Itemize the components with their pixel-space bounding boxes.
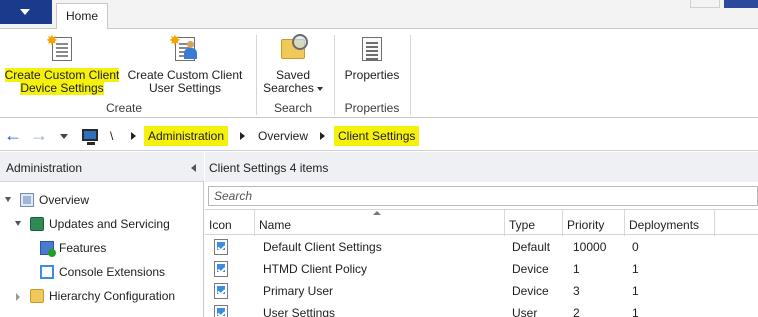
button-label-line2: Device Settings <box>20 81 104 95</box>
new-user-settings-icon: ✸ <box>169 33 201 63</box>
window-restore-button[interactable] <box>690 0 720 8</box>
create-custom-client-user-settings-button[interactable]: ✸ Create Custom Client User Settings <box>126 29 244 95</box>
updates-icon <box>30 217 44 231</box>
features-icon <box>40 241 56 257</box>
column-header-deployments[interactable]: Deployments <box>625 210 715 236</box>
group-label-search: Search <box>273 101 313 115</box>
cell-name: Primary User <box>263 284 334 298</box>
ribbon: ✸ Create Custom Client Device Settings ✸… <box>0 28 758 118</box>
group-label-create: Create <box>105 101 143 115</box>
tree-item-label: Console Extensions <box>59 265 166 279</box>
history-dropdown-icon[interactable] <box>60 134 68 139</box>
navigation-pane-title: Administration <box>6 161 83 175</box>
cell-priority: 3 <box>573 284 580 298</box>
breadcrumb-client-settings[interactable]: Client Settings <box>334 126 420 146</box>
column-header-priority[interactable]: Priority <box>563 210 625 236</box>
cell-name: HTMD Client Policy <box>263 262 368 276</box>
back-arrow-icon[interactable]: ← <box>4 126 24 145</box>
navigation-pane: Administration Overview Updates and Serv… <box>0 152 204 317</box>
group-separator <box>334 35 335 115</box>
button-label-line2: Searches <box>263 81 314 95</box>
collapse-pane-icon[interactable] <box>191 164 196 172</box>
breadcrumb-overview[interactable]: Overview <box>254 126 312 146</box>
tree-item-features[interactable]: Features <box>0 237 204 259</box>
cell-type: Default <box>512 240 551 254</box>
saved-searches-button[interactable]: Saved Searches <box>262 29 324 95</box>
computer-icon <box>82 129 98 145</box>
tree-item-label: Hierarchy Configuration <box>49 289 176 303</box>
client-settings-icon <box>214 305 228 317</box>
tree-expand-icon[interactable] <box>5 197 11 202</box>
breadcrumb-administration[interactable]: Administration <box>144 126 229 146</box>
cell-deployments: 1 <box>632 284 639 298</box>
chevron-down-icon <box>20 9 30 15</box>
properties-button[interactable]: Properties <box>340 29 404 82</box>
column-header-type[interactable]: Type <box>505 210 563 236</box>
breadcrumb-arrow-icon[interactable] <box>131 132 136 140</box>
tab-home[interactable]: Home <box>56 3 108 29</box>
saved-searches-icon <box>277 33 309 63</box>
forward-arrow-icon[interactable]: → <box>30 126 50 145</box>
main-header: Client Settings 4 items <box>205 152 758 182</box>
group-separator <box>410 35 411 115</box>
search-input[interactable] <box>208 186 758 206</box>
cell-deployments: 1 <box>632 306 639 317</box>
tree-item-label: Updates and Servicing <box>49 217 170 231</box>
properties-icon <box>356 33 388 63</box>
tree-item-label: Overview <box>39 193 90 207</box>
table-row[interactable]: Primary User Device 3 1 <box>205 280 758 302</box>
dropdown-caret-icon <box>316 86 323 91</box>
cell-type: Device <box>512 284 549 298</box>
cell-deployments: 0 <box>632 240 639 254</box>
group-label-properties: Properties <box>344 101 400 115</box>
cell-priority: 2 <box>573 306 580 317</box>
page-title: Client Settings 4 items <box>209 161 329 175</box>
grid-header: Icon Name Type Priority Deployments <box>205 209 758 236</box>
cell-name: Default Client Settings <box>263 240 382 254</box>
breadcrumb-arrow-icon[interactable] <box>320 132 325 140</box>
cell-type: User <box>512 306 538 317</box>
client-settings-icon <box>214 239 228 255</box>
cell-name: User Settings <box>263 306 336 317</box>
console-extensions-icon <box>40 265 54 279</box>
client-settings-icon <box>214 261 228 277</box>
client-settings-icon <box>214 283 228 299</box>
tree-expand-icon[interactable] <box>15 221 21 226</box>
new-device-settings-icon: ✸ <box>46 33 78 63</box>
ribbon-tab-strip: Home <box>0 0 758 29</box>
tree-item-hierarchy-configuration[interactable]: Hierarchy Configuration <box>0 285 204 307</box>
cell-priority: 10000 <box>573 240 607 254</box>
app-menu-button[interactable] <box>0 0 52 24</box>
group-separator <box>256 35 257 115</box>
table-row[interactable]: Default Client Settings Default 10000 0 <box>205 236 758 258</box>
column-header-icon[interactable]: Icon <box>205 210 255 236</box>
button-label-line2: User Settings <box>148 81 222 95</box>
breadcrumb-root[interactable]: \ <box>108 126 115 146</box>
cell-deployments: 1 <box>632 262 639 276</box>
cell-type: Device <box>512 262 549 276</box>
sort-ascending-icon <box>373 211 381 215</box>
table-row[interactable]: HTMD Client Policy Device 1 1 <box>205 258 758 280</box>
tree-item-overview[interactable]: Overview <box>0 189 204 211</box>
window-close-button[interactable] <box>724 0 758 8</box>
button-label-line1: Create Custom Client <box>4 68 120 82</box>
tree-item-label: Features <box>59 241 107 255</box>
navigation-pane-header: Administration <box>0 152 204 182</box>
breadcrumb-arrow-icon[interactable] <box>240 132 245 140</box>
table-row[interactable]: User Settings User 2 1 <box>205 302 758 317</box>
overview-icon <box>20 193 34 207</box>
tree-collapsed-icon[interactable] <box>16 293 20 301</box>
create-custom-client-device-settings-button[interactable]: ✸ Create Custom Client Device Settings <box>4 29 120 95</box>
address-bar: ← → \ Administration Overview Client Set… <box>0 121 758 151</box>
main-content: Client Settings 4 items Icon Name Type P… <box>205 152 758 317</box>
properties-button-label: Properties <box>344 68 400 82</box>
folder-icon <box>30 289 44 303</box>
tree-item-console-extensions[interactable]: Console Extensions <box>0 261 204 283</box>
tree-item-updates-and-servicing[interactable]: Updates and Servicing <box>0 213 204 235</box>
cell-priority: 1 <box>573 262 580 276</box>
